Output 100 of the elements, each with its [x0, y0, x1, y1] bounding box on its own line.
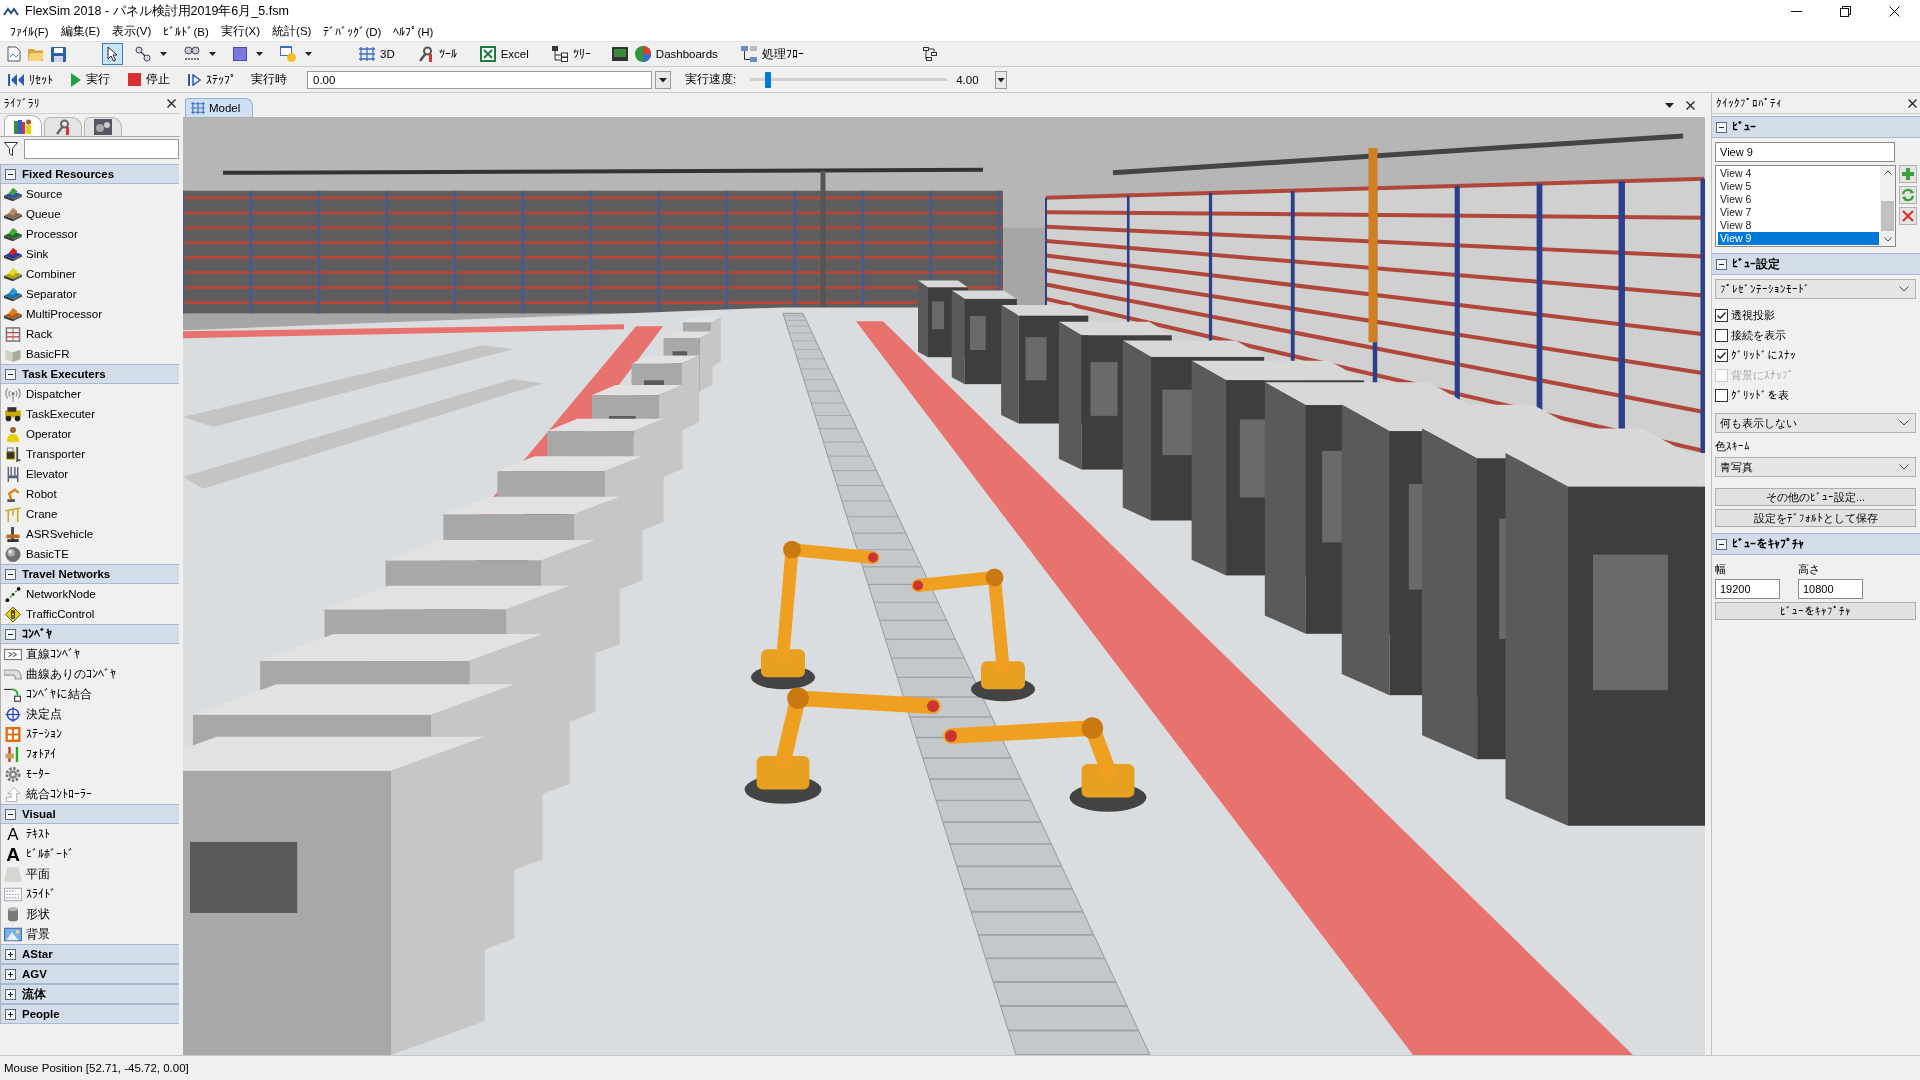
reset-button[interactable]: ﾘｾｯﾄ: [5, 71, 56, 88]
library-item[interactable]: Source: [1, 184, 179, 204]
dropdown-icon[interactable]: [655, 70, 671, 89]
library-item[interactable]: TrafficControl: [1, 604, 179, 624]
checkbox[interactable]: [1715, 388, 1728, 402]
library-item[interactable]: 決定点: [1, 704, 179, 724]
menu-item[interactable]: ﾍﾙﾌﾟ(H): [387, 25, 440, 38]
library-tab[interactable]: [84, 117, 122, 136]
caret-icon[interactable]: [305, 52, 312, 56]
library-item[interactable]: Robot: [1, 484, 179, 504]
library-item[interactable]: 統合ｺﾝﾄﾛｰﾗｰ: [1, 784, 179, 804]
checkbox-label[interactable]: 接続を表示: [1731, 327, 1786, 343]
checkbox[interactable]: [1715, 328, 1728, 342]
library-item[interactable]: TaskExecuter: [1, 404, 179, 424]
settings-button[interactable]: 設定をﾃﾞﾌｫﾙﾄとして保存: [1715, 509, 1916, 527]
library-item[interactable]: ﾌｫﾄｱｲ: [1, 744, 179, 764]
menu-item[interactable]: ﾃﾞﾊﾞｯｸﾞ(D): [317, 25, 388, 38]
restore-icon[interactable]: [1840, 5, 1851, 17]
menu-item[interactable]: 統計(S): [266, 24, 318, 39]
settings-button[interactable]: その他のﾋﾞｭｰ設定...: [1715, 488, 1916, 506]
checkbox-label[interactable]: ｸﾞﾘｯﾄﾞを表: [1731, 387, 1789, 403]
category-header[interactable]: Fixed Resources: [1, 164, 179, 184]
category-header[interactable]: AStar: [1, 944, 179, 964]
library-item[interactable]: Processor: [1, 224, 179, 244]
add-icon[interactable]: [1899, 165, 1917, 183]
library-item[interactable]: Separator: [1, 284, 179, 304]
view-list-item[interactable]: View 8: [1718, 219, 1879, 232]
library-item[interactable]: Operator: [1, 424, 179, 444]
save-icon[interactable]: [51, 46, 66, 62]
library-item[interactable]: Rack: [1, 324, 179, 344]
step-button[interactable]: ｽﾃｯﾌﾟ: [185, 71, 239, 88]
library-tab[interactable]: [44, 117, 82, 136]
library-item[interactable]: Queue: [1, 204, 179, 224]
menu-item[interactable]: 実行(X): [214, 24, 267, 39]
monitor-icon[interactable]: [611, 46, 628, 62]
library-item[interactable]: BasicFR: [1, 344, 179, 364]
toolbar-button[interactable]: ﾂﾘｰ: [547, 44, 595, 64]
library-item[interactable]: ｽﾃｰｼｮﾝ: [1, 724, 179, 744]
minimize-icon[interactable]: [1791, 10, 1802, 12]
close-icon[interactable]: [1686, 100, 1695, 110]
checkbox-label[interactable]: ｸﾞﾘｯﾄﾞにｽﾅｯ: [1731, 349, 1796, 361]
menu-item[interactable]: ﾋﾞﾙﾄﾞ(B): [157, 25, 215, 38]
scrollbar[interactable]: [1880, 166, 1895, 246]
library-item[interactable]: Dispatcher: [1, 384, 179, 404]
mode-dropdown[interactable]: ﾌﾟﾚｾﾞﾝﾃｰｼｮﾝﾓｰﾄﾞ: [1715, 279, 1916, 299]
category-header[interactable]: ｺﾝﾍﾞﾔ: [1, 624, 179, 644]
height-field[interactable]: 10800: [1798, 579, 1863, 599]
display-dropdown[interactable]: 何も表示しない: [1715, 413, 1916, 433]
refresh-icon[interactable]: [1899, 186, 1917, 204]
dropdown-icon[interactable]: [994, 70, 1007, 89]
view-list-item[interactable]: View 5: [1718, 180, 1879, 193]
section-header[interactable]: ﾋﾞｭｰをｷｬﾌﾟﾁｬ: [1712, 533, 1920, 555]
library-item[interactable]: 形状: [1, 904, 179, 924]
category-header[interactable]: Visual: [1, 804, 179, 824]
view-list-item[interactable]: View 6: [1718, 193, 1879, 206]
menu-item[interactable]: ﾌｧｲﾙ(F): [4, 25, 55, 38]
toolbar-button[interactable]: 処理ﾌﾛｰ: [736, 44, 808, 64]
category-header[interactable]: People: [1, 1004, 179, 1024]
delete-icon[interactable]: [1899, 207, 1917, 225]
tool-button[interactable]: [102, 43, 123, 65]
library-item[interactable]: ASRSvehicle: [1, 524, 179, 544]
view-name-field[interactable]: View 9: [1715, 142, 1895, 162]
view-list-item[interactable]: View 4: [1718, 167, 1879, 180]
category-header[interactable]: AGV: [1, 964, 179, 984]
new-document-icon[interactable]: [7, 46, 21, 62]
category-header[interactable]: Travel Networks: [1, 564, 179, 584]
caret-icon[interactable]: [209, 52, 216, 56]
filter-field[interactable]: [24, 139, 179, 159]
menu-item[interactable]: 表示(V): [106, 24, 158, 39]
toolbar-button[interactable]: Excel: [475, 44, 533, 64]
library-item[interactable]: Combiner: [1, 264, 179, 284]
run-time-field[interactable]: 0.00: [307, 70, 652, 89]
caret-icon[interactable]: [1665, 102, 1674, 108]
run-button[interactable]: 実行: [68, 70, 113, 89]
library-item[interactable]: ｺﾝﾍﾞﾔに結合: [1, 684, 179, 704]
chevron-up-icon[interactable]: [1883, 170, 1892, 175]
section-header[interactable]: ﾋﾞｭｰ設定: [1712, 253, 1920, 275]
caret-icon[interactable]: [160, 52, 167, 56]
toolbar-button[interactable]: 3D: [355, 44, 399, 64]
checkbox[interactable]: [1715, 308, 1728, 322]
library-item[interactable]: 平面: [1, 864, 179, 884]
section-header[interactable]: ﾋﾞｭｰ: [1712, 116, 1920, 138]
toolbar-button[interactable]: ﾂｰﾙ: [413, 44, 461, 64]
close-icon[interactable]: [167, 98, 176, 108]
toolbar-button[interactable]: Dashboards: [630, 44, 722, 64]
caret-icon[interactable]: [256, 52, 263, 56]
width-field[interactable]: 19200: [1715, 579, 1780, 599]
library-item[interactable]: MultiProcessor: [1, 304, 179, 324]
library-item[interactable]: Sink: [1, 244, 179, 264]
view-tab[interactable]: Model: [185, 98, 254, 117]
checkbox[interactable]: [1715, 348, 1728, 362]
library-item[interactable]: BasicTE: [1, 544, 179, 564]
category-header[interactable]: 流体: [1, 984, 179, 1004]
library-item[interactable]: ｽﾗｲﾄﾞ: [1, 884, 179, 904]
library-item[interactable]: 直線ｺﾝﾍﾞﾔ: [1, 644, 179, 664]
library-item[interactable]: ﾓｰﾀｰ: [1, 764, 179, 784]
color-scheme-dropdown[interactable]: 青写真: [1715, 457, 1916, 477]
library-item[interactable]: Transporter: [1, 444, 179, 464]
category-header[interactable]: Task Executers: [1, 364, 179, 384]
layout-icon[interactable]: [922, 47, 937, 61]
